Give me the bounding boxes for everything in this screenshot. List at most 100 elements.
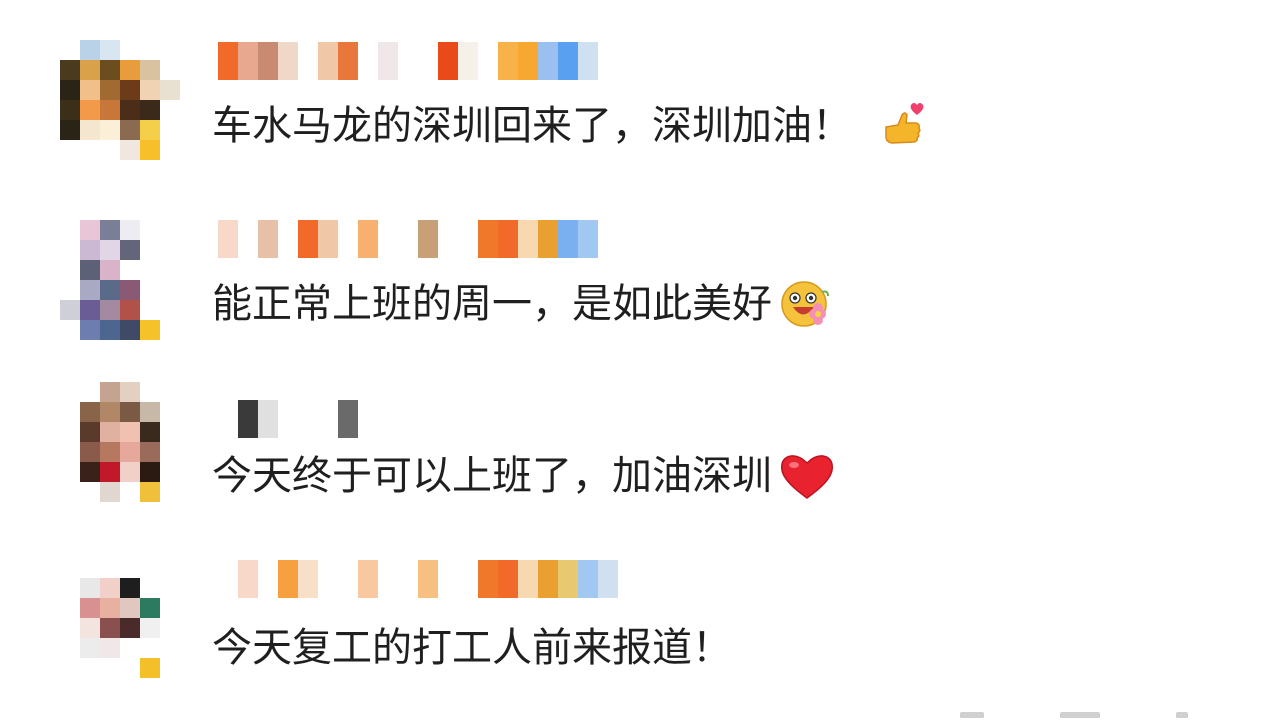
username-mosaic-pixel: [218, 560, 238, 598]
username-mosaic-pixel: [418, 560, 438, 598]
username-mosaic-pixel: [398, 560, 418, 598]
avatar-mosaic-pixel: [120, 422, 140, 442]
comment-text: 今天复工的打工人前来报道！: [212, 620, 732, 676]
avatar-mosaic-pixel: [100, 442, 120, 462]
avatar-mosaic-pixel: [80, 402, 100, 422]
avatar-mosaic-pixel: [120, 80, 140, 100]
avatar-mosaic-pixel: [160, 40, 180, 60]
avatar-mosaic-pixel: [160, 280, 180, 300]
avatar-mosaic-pixel: [120, 280, 140, 300]
comment-item: 今天复工的打工人前来报道！: [0, 534, 1284, 698]
avatar-mosaic-pixel: [80, 40, 100, 60]
avatar-mosaic-pixel: [160, 462, 180, 482]
username-mosaic-pixel: [558, 220, 578, 258]
avatar-mosaic-pixel: [140, 402, 160, 422]
avatar-mosaic-pixel: [120, 300, 140, 320]
avatar-mosaic-pixel: [100, 60, 120, 80]
avatar-mosaic-pixel: [140, 618, 160, 638]
username-mosaic-pixel: [458, 42, 478, 80]
avatar-mosaic-pixel: [120, 100, 140, 120]
avatar-mosaic-pixel: [80, 60, 100, 80]
avatar-mosaic-pixel: [80, 220, 100, 240]
username-mosaic-pixel: [438, 220, 458, 258]
avatar-mosaic-pixel: [100, 658, 120, 678]
thumbs-up-heart-icon: [885, 103, 924, 144]
username-mosaic-pixel: [378, 560, 398, 598]
username-blurred[interactable]: [218, 560, 618, 598]
avatar-mosaic-pixel: [120, 220, 140, 240]
avatar-mosaic-pixel: [140, 482, 160, 502]
username-mosaic-pixel: [458, 560, 478, 598]
avatar[interactable]: [60, 40, 180, 160]
username-mosaic-pixel: [278, 400, 298, 438]
username-mosaic-pixel: [518, 42, 538, 80]
avatar-mosaic-pixel: [160, 442, 180, 462]
username-mosaic-pixel: [498, 220, 518, 258]
avatar-mosaic-pixel: [160, 678, 180, 698]
avatar-mosaic-pixel: [120, 402, 140, 422]
avatar-mosaic-pixel: [60, 442, 80, 462]
username-mosaic-pixel: [358, 400, 378, 438]
username-mosaic-pixel: [298, 220, 318, 258]
avatar-mosaic-pixel: [60, 100, 80, 120]
username-mosaic-pixel: [598, 42, 618, 80]
avatar-mosaic-pixel: [160, 80, 180, 100]
username-mosaic-pixel: [238, 220, 258, 258]
avatar-mosaic-pixel: [60, 618, 80, 638]
avatar-mosaic-pixel: [140, 638, 160, 658]
avatar-mosaic-pixel: [120, 60, 140, 80]
action-bar-partial: [950, 712, 1210, 720]
avatar[interactable]: [60, 382, 180, 502]
avatar-mosaic-pixel: [160, 260, 180, 280]
avatar-mosaic-pixel: [60, 240, 80, 260]
avatar-mosaic-pixel: [120, 140, 140, 160]
avatar-mosaic-pixel: [60, 658, 80, 678]
username-mosaic-pixel: [338, 42, 358, 80]
avatar-mosaic-pixel: [100, 462, 120, 482]
comment-text-content: 今天终于可以上班了，加油深圳: [212, 453, 772, 499]
username-mosaic-pixel: [418, 42, 438, 80]
comment-list: 车水马龙的深圳回来了，深圳加油！ 能正常上班的周一，是如此美好 今天终于可以上班…: [0, 0, 1284, 720]
username-mosaic-pixel: [578, 42, 598, 80]
avatar-mosaic-pixel: [60, 60, 80, 80]
avatar-mosaic-pixel: [120, 462, 140, 482]
avatar-mosaic-pixel: [60, 140, 80, 160]
avatar-mosaic-pixel: [160, 60, 180, 80]
username-mosaic-pixel: [478, 220, 498, 258]
avatar-mosaic-pixel: [80, 638, 100, 658]
username-mosaic-pixel: [498, 560, 518, 598]
avatar-mosaic-pixel: [60, 320, 80, 340]
comment-text-content: 车水马龙的深圳回来了，深圳加油！: [212, 103, 852, 149]
username-blurred[interactable]: [218, 42, 618, 80]
username-mosaic-pixel: [238, 42, 258, 80]
avatar-mosaic-pixel: [80, 422, 100, 442]
avatar-mosaic-pixel: [140, 80, 160, 100]
avatar-mosaic-pixel: [140, 422, 160, 442]
username-mosaic-pixel: [338, 400, 358, 438]
avatar-mosaic-pixel: [140, 300, 160, 320]
avatar-mosaic-pixel: [140, 120, 160, 140]
avatar-mosaic-pixel: [100, 140, 120, 160]
avatar-mosaic-pixel: [100, 402, 120, 422]
username-mosaic-pixel: [218, 220, 238, 258]
avatar-mosaic-pixel: [60, 280, 80, 300]
avatar-mosaic-pixel: [120, 482, 140, 502]
avatar-mosaic-pixel: [160, 402, 180, 422]
username-mosaic-pixel: [278, 42, 298, 80]
username-mosaic-pixel: [298, 400, 318, 438]
avatar[interactable]: [60, 220, 180, 340]
avatar-mosaic-pixel: [160, 638, 180, 658]
username-blurred[interactable]: [218, 220, 618, 258]
username-blurred[interactable]: [218, 400, 378, 438]
avatar-mosaic-pixel: [80, 618, 100, 638]
avatar-mosaic-pixel: [100, 678, 120, 698]
avatar-mosaic-pixel: [120, 260, 140, 280]
username-mosaic-pixel: [418, 220, 438, 258]
avatar-mosaic-pixel: [140, 60, 160, 80]
username-mosaic-pixel: [538, 560, 558, 598]
avatar-mosaic-pixel: [100, 638, 120, 658]
avatar[interactable]: [60, 578, 180, 698]
comment-text-content: 今天复工的打工人前来报道！: [212, 625, 732, 671]
comment-text: 今天终于可以上班了，加油深圳: [212, 448, 836, 504]
avatar-mosaic-pixel: [60, 300, 80, 320]
